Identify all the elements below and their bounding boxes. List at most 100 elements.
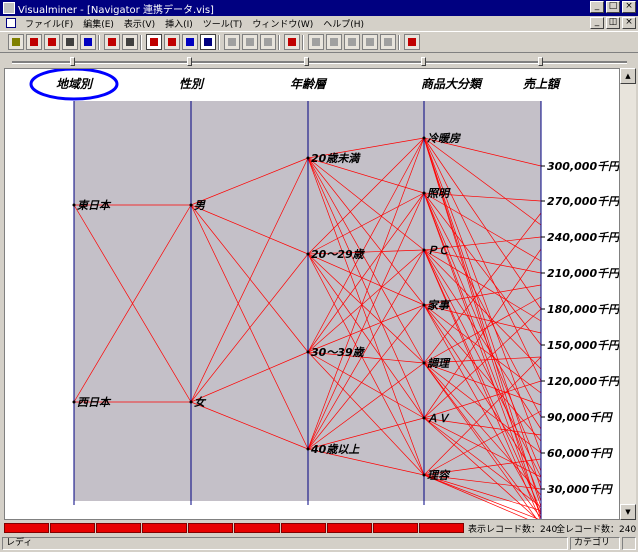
zoom-out-button[interactable] <box>242 34 258 50</box>
doc-minimize-button[interactable]: _ <box>590 17 604 29</box>
parallel-view-button[interactable] <box>146 34 162 50</box>
category-label: 40歳以上 <box>310 443 360 456</box>
menu-bar: ファイル(F) 編集(E) 表示(V) 挿入(I) ツール(T) ウィンドウ(W… <box>0 16 638 30</box>
doc-restore-button[interactable]: ◫ <box>606 17 620 29</box>
category-marker <box>306 350 310 354</box>
paint-button[interactable] <box>362 34 378 50</box>
filter-button[interactable] <box>308 34 324 50</box>
menu-view[interactable]: 表示(V) <box>119 17 160 30</box>
category-marker <box>422 416 426 420</box>
category-label: 理容 <box>427 469 451 482</box>
tick-label: 30,000千円 <box>547 483 613 496</box>
paint-icon <box>366 38 374 46</box>
save-all-button[interactable] <box>44 34 60 50</box>
sort-view-icon <box>186 38 194 46</box>
parallel-coordinates-svg: 地域別 性別 年齢層 商品大分類 売上額東日本西日本男女20歳未満20～29歳30～39… <box>29 69 619 519</box>
document-controls: _ ◫ × <box>590 17 636 29</box>
axis-header: 地域別 <box>56 77 94 91</box>
axis-header: 性別 <box>179 77 205 91</box>
tips-icon <box>408 38 416 46</box>
maximize-button[interactable]: □ <box>606 1 620 13</box>
properties-icon <box>126 38 134 46</box>
tick-label: 180,000千円 <box>547 303 619 316</box>
select-button[interactable] <box>260 34 276 50</box>
progress-segment <box>234 523 280 533</box>
tips-button[interactable] <box>404 34 420 50</box>
category-label: 20歳未満 <box>311 152 361 165</box>
parallel-coordinates-plot[interactable]: 地域別 性別 年齢層 商品大分類 売上額 東日本 西日本男女 20歳未満 20～29歳 30～39… <box>4 68 620 520</box>
print-button[interactable] <box>62 34 78 50</box>
minimize-button[interactable]: _ <box>590 1 604 13</box>
category-marker <box>306 252 310 256</box>
slider-thumb[interactable] <box>538 57 543 66</box>
category-marker <box>306 447 310 451</box>
category-marker <box>189 203 193 207</box>
axis-header: 売上額 <box>523 77 562 91</box>
filter-icon <box>312 38 320 46</box>
doc-close-button[interactable]: × <box>622 17 636 29</box>
slider-thumb[interactable] <box>187 57 192 66</box>
category-marker <box>422 303 426 307</box>
menu-file[interactable]: ファイル(F) <box>20 17 78 30</box>
progress-segment <box>4 523 50 533</box>
brush-button[interactable] <box>344 34 360 50</box>
tick-label: 210,000千円 <box>547 267 619 280</box>
color-view-button[interactable] <box>164 34 180 50</box>
save-icon <box>30 38 38 46</box>
category-label: 西日本 <box>77 396 112 409</box>
category-label: 男 <box>194 199 206 212</box>
slider-thumb[interactable] <box>304 57 309 66</box>
open-button[interactable] <box>8 34 24 50</box>
progress-segment <box>418 523 464 533</box>
zoom-in-button[interactable] <box>224 34 240 50</box>
axis-icon <box>288 38 296 46</box>
tick-label: 150,000千円 <box>547 339 619 352</box>
tick-label: 240,000千円 <box>547 231 619 244</box>
toolbar-separator <box>398 35 400 50</box>
scroll-up-button[interactable]: ▲ <box>620 68 636 84</box>
toolbar-separator <box>278 35 280 50</box>
zoom-in-icon <box>228 38 236 46</box>
slider-thumb[interactable] <box>421 57 426 66</box>
category-marker <box>422 361 426 365</box>
display-record-count: 表示レコード数：240 <box>468 525 558 535</box>
open-icon <box>12 38 20 46</box>
save-button[interactable] <box>26 34 42 50</box>
progress-segment <box>96 523 142 533</box>
menu-window[interactable]: ウィンドウ(W) <box>247 17 318 30</box>
export-button[interactable] <box>380 34 396 50</box>
menu-tools[interactable]: ツール(T) <box>198 17 248 30</box>
grid-view-icon <box>204 38 212 46</box>
progress-segment <box>280 523 326 533</box>
scroll-down-button[interactable]: ▼ <box>620 504 636 520</box>
document-icon[interactable] <box>6 18 16 28</box>
app-icon[interactable] <box>3 2 15 14</box>
menu-edit[interactable]: 編集(E) <box>78 17 119 30</box>
record-progress <box>4 523 464 533</box>
sort-view-button[interactable] <box>182 34 198 50</box>
menu-help[interactable]: ヘルプ(H) <box>318 17 369 30</box>
grid-view-button[interactable] <box>200 34 216 50</box>
category-marker <box>422 248 426 252</box>
axis-button[interactable] <box>284 34 300 50</box>
menu-insert[interactable]: 挿入(I) <box>160 17 198 30</box>
category-marker <box>189 400 193 404</box>
progress-segment <box>326 523 372 533</box>
toolbar-separator <box>98 35 100 50</box>
axis-header: 年齢層 <box>290 77 328 91</box>
category-marker <box>72 203 76 207</box>
export-icon <box>384 38 392 46</box>
slider-thumb[interactable] <box>70 57 75 66</box>
table-button[interactable] <box>80 34 96 50</box>
vertical-scrollbar[interactable]: ▲ ▼ <box>620 68 636 520</box>
tick-label: 300,000千円 <box>547 160 619 173</box>
close-button[interactable]: × <box>622 1 636 13</box>
tick-label: 120,000千円 <box>547 375 619 388</box>
category-marker <box>422 136 426 140</box>
progress-segment <box>142 523 188 533</box>
category-label: 冷暖房 <box>427 132 462 145</box>
layer-button[interactable] <box>326 34 342 50</box>
properties-button[interactable] <box>122 34 138 50</box>
bar-chart-button[interactable] <box>104 34 120 50</box>
layer-icon <box>330 38 338 46</box>
